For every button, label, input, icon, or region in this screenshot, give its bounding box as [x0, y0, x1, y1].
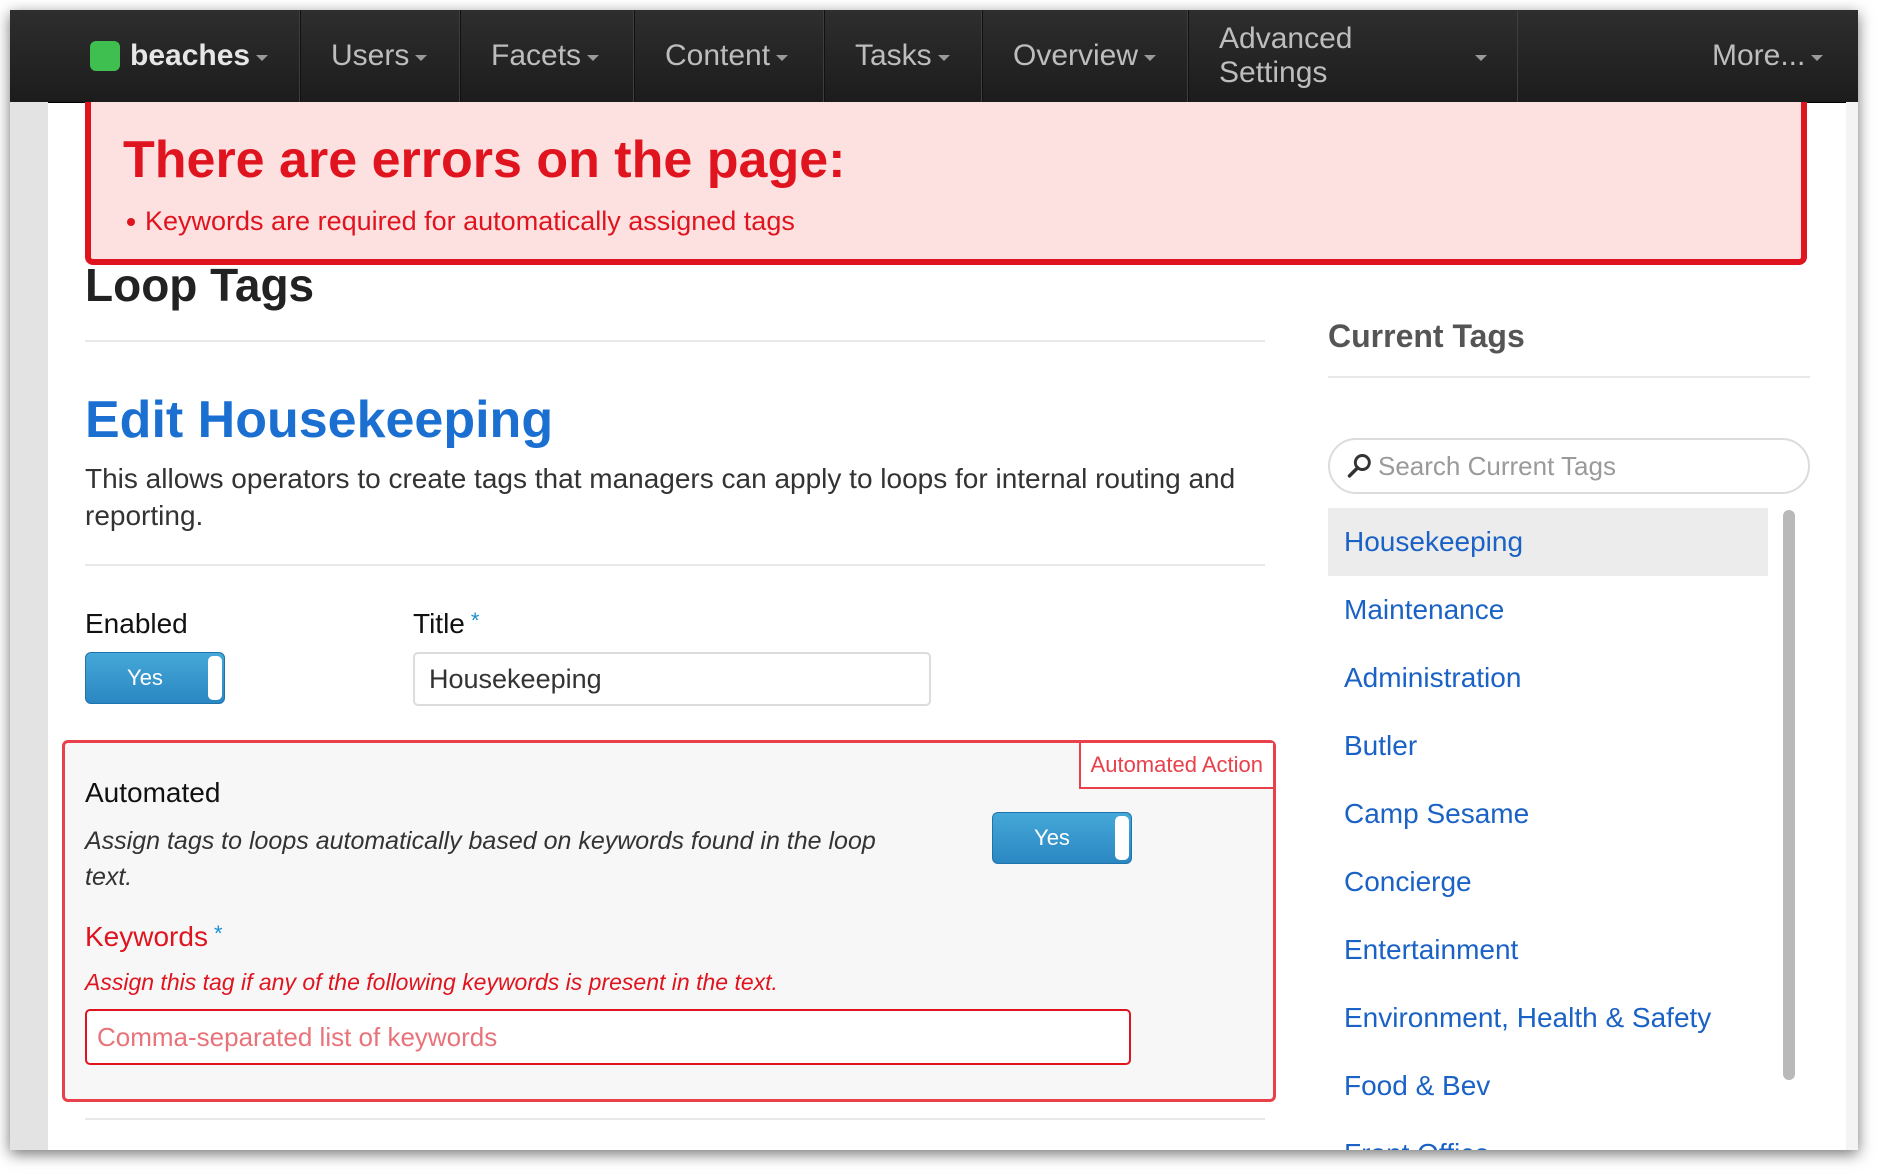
- right-gutter: [1846, 102, 1858, 1150]
- nav-advanced-settings[interactable]: Advanced Settings: [1188, 10, 1518, 102]
- automated-action-fieldset: Automated Action Automated Assign tags t…: [62, 740, 1276, 1102]
- tag-item-butler[interactable]: Butler: [1328, 712, 1768, 780]
- nav-facets-label: Facets: [491, 39, 582, 72]
- error-banner: There are errors on the page: Keywords a…: [85, 102, 1807, 265]
- tag-item-housekeeping[interactable]: Housekeeping: [1328, 508, 1768, 576]
- toggle-knob: [1115, 816, 1129, 860]
- enabled-toggle[interactable]: Yes: [85, 652, 225, 704]
- chevron-down-icon: [776, 55, 789, 61]
- tag-list: Housekeeping Maintenance Administration …: [1328, 508, 1768, 1150]
- keywords-label-text: Keywords: [85, 921, 208, 952]
- tag-item-maintenance[interactable]: Maintenance: [1328, 576, 1768, 644]
- title-input-value: Housekeeping: [429, 663, 602, 694]
- automated-action-legend: Automated Action: [1078, 743, 1273, 789]
- chevron-down-icon: [1811, 55, 1824, 61]
- nav-more-label: More...: [1712, 39, 1806, 72]
- nav-advanced-settings-label: Advanced Settings: [1219, 22, 1353, 89]
- divider: [85, 564, 1265, 566]
- automated-toggle-label: Yes: [1034, 825, 1070, 850]
- nav-content-label: Content: [665, 39, 771, 72]
- search-input[interactable]: Search Current Tags: [1328, 438, 1810, 494]
- keywords-description: Assign this tag if any of the following …: [85, 969, 778, 995]
- divider: [85, 1118, 1265, 1120]
- required-marker: *: [213, 921, 223, 946]
- brand-menu[interactable]: beaches: [60, 10, 300, 102]
- toggle-knob: [208, 656, 222, 700]
- chevron-down-icon: [415, 55, 428, 61]
- title-label-text: Title: [413, 608, 465, 639]
- chevron-down-icon: [937, 55, 950, 61]
- tag-list-scrollbar[interactable]: [1780, 510, 1798, 1150]
- required-marker: *: [470, 608, 480, 633]
- tag-item-administration[interactable]: Administration: [1328, 644, 1768, 712]
- tag-item-environment-health-safety[interactable]: Environment, Health & Safety: [1328, 984, 1768, 1052]
- divider: [85, 340, 1265, 342]
- title-input[interactable]: Housekeeping: [413, 652, 931, 706]
- nav-facets[interactable]: Facets: [460, 10, 634, 102]
- chevron-down-icon: [1144, 55, 1157, 61]
- divider: [1328, 376, 1810, 378]
- nav-overview[interactable]: Overview: [982, 10, 1188, 102]
- enabled-toggle-label: Yes: [127, 665, 163, 690]
- keywords-placeholder: Comma-separated list of keywords: [97, 1021, 498, 1052]
- automated-toggle[interactable]: Yes: [992, 812, 1132, 864]
- edit-title: Edit Housekeeping: [85, 391, 554, 449]
- nav-more[interactable]: More...: [1682, 10, 1858, 102]
- enabled-label: Enabled: [85, 608, 188, 639]
- error-item: Keywords are required for automatically …: [127, 206, 795, 236]
- keywords-input[interactable]: Comma-separated list of keywords: [85, 1009, 1131, 1065]
- tag-item-camp-sesame[interactable]: Camp Sesame: [1328, 780, 1768, 848]
- brand-logo-icon: [90, 41, 120, 71]
- nav-overview-label: Overview: [1013, 39, 1139, 72]
- search-placeholder: Search Current Tags: [1378, 450, 1616, 481]
- left-gutter: [10, 102, 48, 1150]
- error-title: There are errors on the page:: [123, 131, 846, 189]
- automated-label: Automated: [85, 777, 221, 808]
- nav-users-label: Users: [331, 39, 410, 72]
- nav-users[interactable]: Users: [300, 10, 460, 102]
- tag-item-concierge[interactable]: Concierge: [1328, 848, 1768, 916]
- keywords-label: Keywords *: [85, 921, 223, 953]
- tag-item-entertainment[interactable]: Entertainment: [1328, 916, 1768, 984]
- chevron-down-icon: [587, 55, 600, 61]
- nav-tasks-label: Tasks: [855, 39, 932, 72]
- app-window: beaches Users Facets Content Tasks Overv…: [10, 10, 1858, 1150]
- search-icon: [1347, 454, 1371, 478]
- top-navbar: beaches Users Facets Content Tasks Overv…: [10, 10, 1858, 103]
- nav-tasks[interactable]: Tasks: [824, 10, 982, 102]
- tag-item-front-office[interactable]: Front Office: [1328, 1120, 1768, 1150]
- brand-label: beaches: [130, 39, 251, 72]
- chevron-down-icon: [256, 55, 269, 61]
- scrollbar-thumb[interactable]: [1783, 510, 1795, 1080]
- chevron-down-icon: [1475, 55, 1487, 61]
- page-title: Loop Tags: [85, 259, 315, 311]
- title-label: Title *: [413, 608, 479, 640]
- nav-content[interactable]: Content: [634, 10, 824, 102]
- automated-description: Assign tags to loops automatically based…: [85, 827, 876, 891]
- page-description: This allows operators to create tags tha…: [85, 463, 1236, 531]
- tag-item-food-bev[interactable]: Food & Bev: [1328, 1052, 1768, 1120]
- sidebar-title: Current Tags: [1328, 318, 1525, 354]
